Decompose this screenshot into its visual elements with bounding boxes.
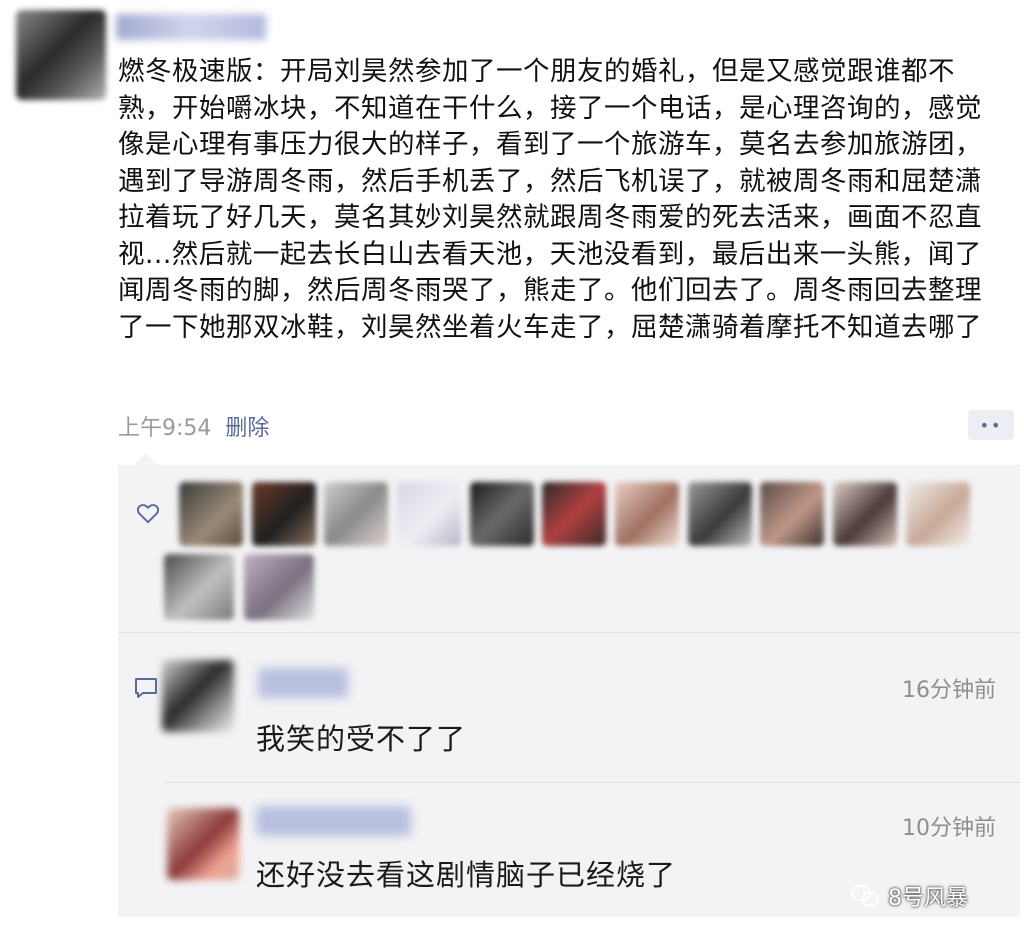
like-avatar[interactable] xyxy=(615,482,679,546)
like-avatar[interactable] xyxy=(470,482,534,546)
comment-text: 还好没去看这剧情脑子已经烧了 xyxy=(256,858,677,892)
comment-text: 我笑的受不了了 xyxy=(256,722,467,756)
delete-link[interactable]: 删除 xyxy=(225,410,269,442)
post-text: 燃冬极速版：开局刘昊然参加了一个朋友的婚礼，但是又感觉跟谁都不熟，开始嚼冰块，不… xyxy=(118,56,982,343)
like-avatar[interactable] xyxy=(906,482,970,546)
commenter-avatar[interactable] xyxy=(167,808,239,880)
comment-icon xyxy=(135,678,157,698)
like-avatar[interactable] xyxy=(252,482,316,546)
like-avatar[interactable] xyxy=(324,482,388,546)
commenter-avatar[interactable] xyxy=(162,660,234,732)
panel-pointer xyxy=(134,453,158,465)
post-time: 上午9:54 xyxy=(118,416,212,441)
like-avatar[interactable] xyxy=(397,482,461,546)
commenter-name[interactable] xyxy=(256,806,411,836)
watermark-text: 8号风暴 xyxy=(888,886,968,911)
post-meta: 上午9:54 删除 xyxy=(118,410,269,442)
like-avatar[interactable] xyxy=(164,554,234,620)
more-button[interactable]: •• xyxy=(968,410,1014,440)
wechat-icon xyxy=(851,884,879,907)
divider xyxy=(118,632,1020,633)
comment-time: 10分钟前 xyxy=(902,816,996,841)
like-avatar[interactable] xyxy=(244,554,314,620)
like-avatar[interactable] xyxy=(833,482,897,546)
like-avatar[interactable] xyxy=(760,482,824,546)
watermark: 8号风暴 xyxy=(850,880,968,912)
poster-avatar[interactable] xyxy=(16,10,106,100)
divider xyxy=(164,782,1020,783)
like-avatar[interactable] xyxy=(688,482,752,546)
commenter-name[interactable] xyxy=(258,668,348,698)
like-avatar[interactable] xyxy=(542,482,606,546)
likes-list xyxy=(118,470,1020,630)
more-icon: •• xyxy=(979,415,1003,435)
poster-name[interactable] xyxy=(116,14,266,40)
like-avatar[interactable] xyxy=(179,482,243,546)
comment-time: 16分钟前 xyxy=(902,678,996,703)
